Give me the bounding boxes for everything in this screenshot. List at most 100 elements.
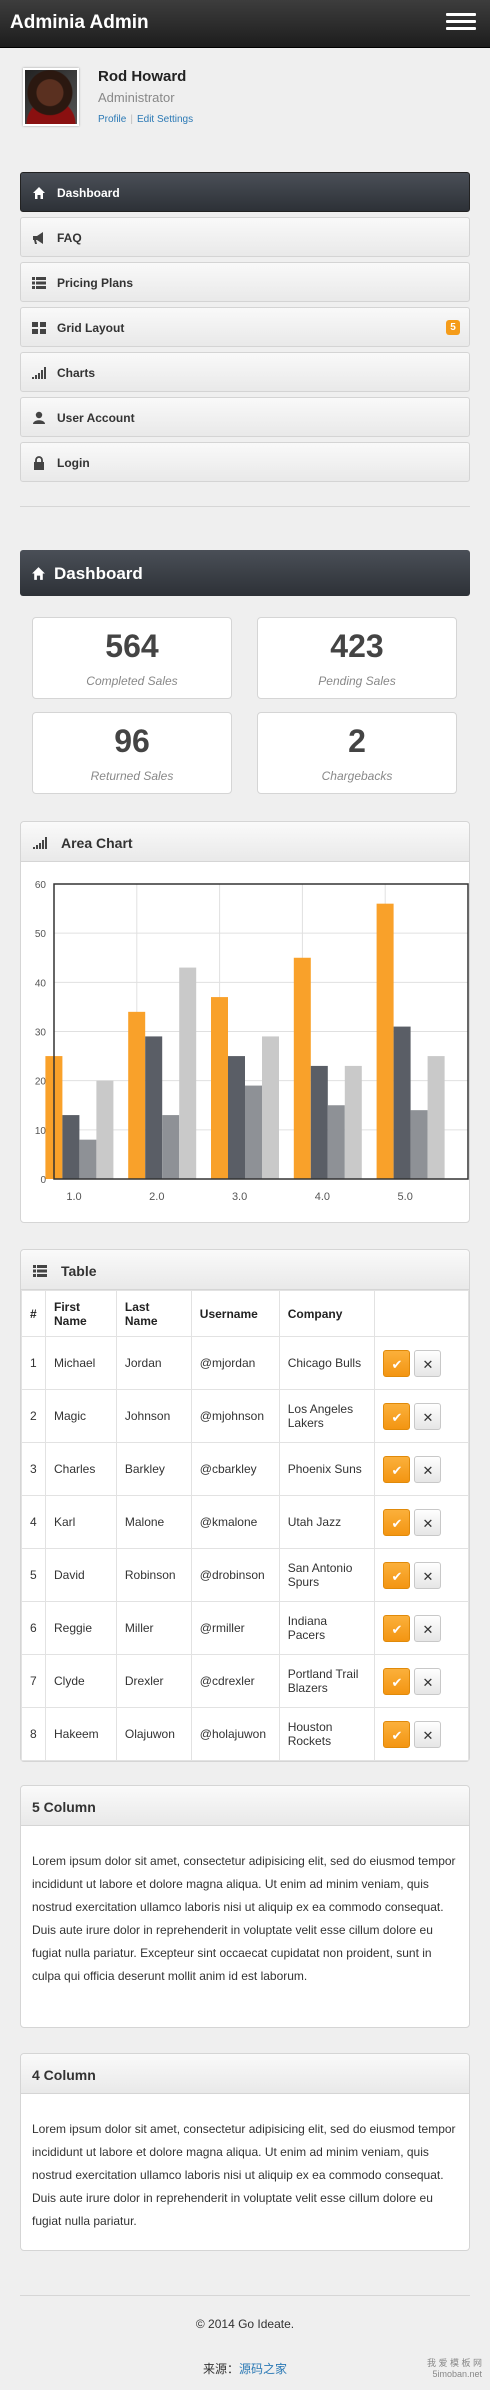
widget-title: Area Chart (61, 835, 133, 851)
table-cell: Miller (115, 1601, 192, 1655)
link-separator: | (130, 114, 133, 125)
table-cell: 6 (21, 1601, 46, 1655)
widget-header: 5 Column (21, 1786, 469, 1826)
y-tick-label: 20 (35, 1077, 47, 1088)
profile-role: Administrator (98, 90, 175, 105)
edit-settings-link[interactable]: Edit Settings (137, 114, 193, 125)
grid-icon (32, 322, 46, 334)
table-row: 4 Karl Malone @kmalone Utah Jazz ✔ ✕ (21, 1495, 469, 1549)
user-icon (33, 411, 45, 424)
chart-bar (410, 1110, 428, 1179)
column-header: Last Name (115, 1290, 192, 1337)
table-cell: @drobinson (190, 1548, 280, 1602)
chart-bar (293, 957, 311, 1179)
chart-bar (62, 1115, 80, 1179)
approve-button[interactable]: ✔ (383, 1349, 411, 1377)
x-tick-label: 5.0 (398, 1191, 413, 1203)
table-cell: Magic (44, 1389, 117, 1443)
row-actions: ✔ ✕ (374, 1548, 469, 1602)
approve-button[interactable]: ✔ (383, 1667, 411, 1695)
table-cell: Malone (115, 1495, 192, 1549)
profile-link[interactable]: Profile (98, 114, 126, 125)
table-row: 3 Charles Barkley @cbarkley Phoenix Suns ✔ ✕ (21, 1442, 469, 1496)
nav-item-login[interactable]: Login (20, 442, 470, 482)
table-cell: @cdrexler (190, 1654, 280, 1708)
source-link[interactable]: 源码之家 (239, 2362, 287, 2376)
remove-button[interactable]: ✕ (414, 1349, 442, 1377)
table-cell: San Antonio Spurs (278, 1548, 376, 1602)
remove-button[interactable]: ✕ (414, 1508, 442, 1536)
chart-bar (376, 903, 394, 1179)
list-icon (33, 1265, 47, 1277)
divider (20, 506, 470, 507)
nav-item-pricing-plans[interactable]: Pricing Plans (20, 262, 470, 302)
widget-title: 4 Column (32, 2067, 96, 2083)
nav-item-dashboard[interactable]: Dashboard (20, 172, 470, 212)
stat-value: 2 (348, 723, 366, 759)
table-cell: Reggie (44, 1601, 117, 1655)
chart-bar (162, 1115, 180, 1179)
approve-button[interactable]: ✔ (383, 1402, 411, 1430)
body-text: Lorem ipsum dolor sit amet, consectetur … (32, 1854, 456, 1983)
remove-button[interactable]: ✕ (414, 1455, 442, 1483)
table-cell: Charles (44, 1442, 117, 1496)
table-cell: 1 (21, 1336, 46, 1390)
chart-bar (96, 1080, 114, 1179)
remove-button[interactable]: ✕ (414, 1667, 442, 1695)
x-tick-label: 4.0 (315, 1191, 330, 1203)
table-row: 7 Clyde Drexler @cdrexler Portland Trail Bla… (21, 1654, 469, 1708)
remove-button[interactable]: ✕ (414, 1402, 442, 1430)
nav-item-label: Grid Layout (57, 321, 125, 335)
nav-item-faq[interactable]: FAQ (20, 217, 470, 257)
nav-item-grid-layout[interactable]: Grid Layout 5 (20, 307, 470, 347)
hamburger-icon (446, 13, 476, 16)
approve-button[interactable]: ✔ (383, 1455, 411, 1483)
widget-header: Table (21, 1250, 469, 1290)
remove-button[interactable]: ✕ (414, 1614, 442, 1642)
table-cell: 3 (21, 1442, 46, 1496)
chart-bar (262, 1036, 279, 1179)
chart-bar (211, 997, 228, 1179)
y-tick-label: 60 (35, 880, 47, 891)
avatar (23, 68, 79, 126)
bar-chart: 01020304050601.0 2.0 3.0 4.0 5.0 (35, 880, 469, 1203)
area-chart-widget: Area Chart 0 10 20 30 40 50 60 1.0 2.0 3.0 4.0 5.0 (20, 821, 470, 1223)
nav-item-charts[interactable]: Charts (20, 352, 470, 392)
table-cell: 2 (21, 1389, 46, 1443)
home-icon (33, 187, 45, 199)
stat-pending-sales: 423 Pending Sales (257, 617, 457, 699)
chart-bar (79, 1139, 97, 1179)
remove-button[interactable]: ✕ (414, 1720, 442, 1748)
approve-button[interactable]: ✔ (383, 1720, 411, 1748)
profile-links: Profile | Edit Settings (98, 114, 193, 125)
table-cell: @holajuwon (190, 1707, 280, 1761)
table-widget: Table # First Name Last Name Username Co… (20, 1249, 470, 1762)
profile-name: Rod Howard (98, 68, 187, 85)
table-cell: Clyde (44, 1654, 117, 1708)
table-cell: 5 (21, 1548, 46, 1602)
approve-button[interactable]: ✔ (383, 1561, 411, 1589)
bullhorn-icon (33, 232, 43, 244)
approve-button[interactable]: ✔ (383, 1614, 411, 1642)
column-header: Username (190, 1290, 280, 1337)
menu-toggle-button[interactable] (446, 13, 476, 35)
remove-button[interactable]: ✕ (414, 1561, 442, 1589)
table-cell: David (44, 1548, 117, 1602)
four-column-widget: 4 Column Lorem ipsum dolor sit amet, con… (20, 2053, 470, 2251)
approve-button[interactable]: ✔ (383, 1508, 411, 1536)
chart-bar (427, 1056, 445, 1179)
stat-label: Returned Sales (90, 769, 174, 783)
brand-title[interactable]: Adminia Admin (10, 12, 149, 34)
watermark: 我 爱 模 板 网 5imoban.net (426, 2358, 482, 2379)
stat-label: Chargebacks (321, 769, 393, 783)
players-table: # First Name Last Name Username Company … (21, 1290, 469, 1761)
column-header-actions (374, 1290, 469, 1337)
table-cell: 4 (21, 1495, 46, 1549)
table-row: 1 Michael Jordan @mjordan Chicago Bulls ✔ ✕ (21, 1336, 469, 1390)
nav-item-user-account[interactable]: User Account (20, 397, 470, 437)
footer-copyright: © 2014 Go Ideate. (195, 2317, 295, 2331)
table-row: 8 Hakeem Olajuwon @holajuwon Houston Rockets… (21, 1707, 469, 1761)
chart-bar (228, 1056, 245, 1179)
table-row: 6 Reggie Miller @rmiller Indiana Pacers ✔ ✕ (21, 1601, 469, 1655)
chart-bar (245, 1085, 262, 1179)
